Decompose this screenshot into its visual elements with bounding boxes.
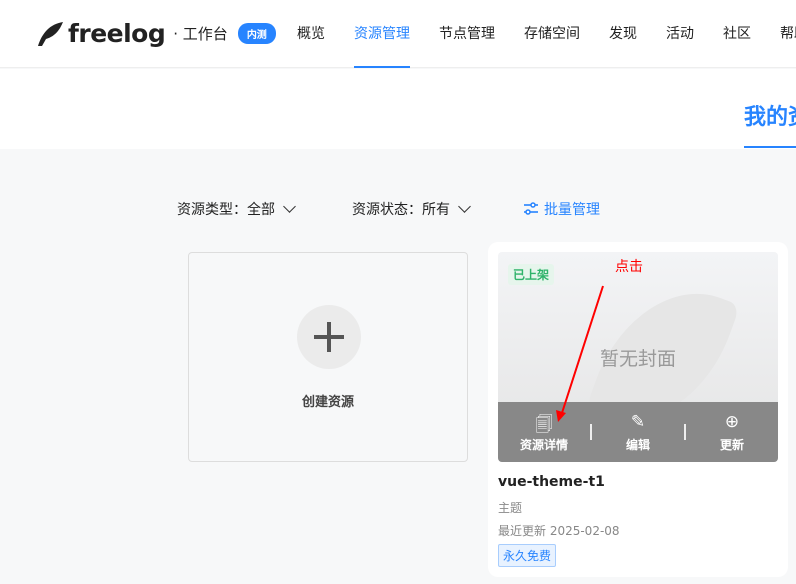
card-actions: 🗐 资源详情 ✎ 编辑 ⊕ 更新 <box>498 402 778 462</box>
document-search-icon: 🗐 <box>535 414 553 435</box>
nav-community[interactable]: 社区 <box>723 0 751 68</box>
resource-name[interactable]: vue-theme-t1 <box>498 474 605 490</box>
annotation-text: 点击 <box>615 259 643 275</box>
price-tag: 永久免费 <box>498 544 557 567</box>
resource-card[interactable]: 已上架 暂无封面 🗐 资源详情 ✎ 编辑 ⊕ 更新 vue-theme-t1 主题 最… <box>488 242 788 577</box>
update-label: 更新 <box>719 437 744 452</box>
edit-label: 编辑 <box>625 437 650 452</box>
nav-discover[interactable]: 发现 <box>609 0 637 68</box>
sliders-icon <box>524 202 538 215</box>
logo-text: freelog <box>68 19 166 48</box>
filter-bar: 资源类型：全部 资源状态：所有 批量管理 <box>177 199 600 219</box>
resource-status-label: 资源状态：所有 <box>352 202 450 218</box>
nav-nodes[interactable]: 节点管理 <box>439 0 495 68</box>
resource-type-filter[interactable]: 资源类型：全部 <box>177 199 296 219</box>
create-resource-label: 创建资源 <box>301 395 354 410</box>
nav-overview[interactable]: 概览 <box>297 0 325 68</box>
create-resource-card[interactable]: 创建资源 <box>188 252 468 462</box>
update-button[interactable]: ⊕ 更新 <box>686 412 778 453</box>
nav-help[interactable]: 帮助 <box>780 0 796 68</box>
feather-icon <box>38 21 63 46</box>
resource-details-button[interactable]: 🗐 资源详情 <box>498 412 590 453</box>
nav-storage[interactable]: 存储空间 <box>524 0 580 68</box>
batch-manage-button[interactable]: 批量管理 <box>523 199 600 219</box>
resource-details-label: 资源详情 <box>519 437 568 452</box>
upload-circle-icon: ⊕ <box>724 411 740 432</box>
sub-header: 我的资源 <box>0 69 796 149</box>
main-nav: 概览 资源管理 节点管理 存储空间 发现 活动 社区 帮助 <box>297 0 796 68</box>
tab-my-resources[interactable]: 我的资源 <box>744 99 796 148</box>
resource-updated: 最近更新 2025-02-08 <box>498 524 620 538</box>
logo[interactable]: freelog · 工作台 内测 <box>36 19 276 48</box>
batch-manage-label: 批量管理 <box>544 202 600 218</box>
nav-resources[interactable]: 资源管理 <box>354 0 410 68</box>
pencil-icon: ✎ <box>630 411 646 432</box>
resource-status-filter[interactable]: 资源状态：所有 <box>352 199 471 219</box>
plus-icon <box>297 305 361 369</box>
chevron-down-icon <box>283 200 296 213</box>
top-header: freelog · 工作台 内测 概览 资源管理 节点管理 存储空间 发现 活动… <box>0 0 796 68</box>
beta-badge: 内测 <box>237 23 276 44</box>
resource-type-label: 资源类型：全部 <box>177 202 275 218</box>
no-cover-text: 暂无封面 <box>599 348 676 370</box>
edit-button[interactable]: ✎ 编辑 <box>592 412 684 453</box>
resource-cover: 已上架 暂无封面 🗐 资源详情 ✎ 编辑 ⊕ 更新 <box>498 252 778 462</box>
status-badge: 已上架 <box>508 264 555 285</box>
resource-type: 主题 <box>498 501 523 515</box>
chevron-down-icon <box>458 200 471 213</box>
workspace-label: · 工作台 <box>173 25 228 43</box>
nav-activities[interactable]: 活动 <box>666 0 694 68</box>
